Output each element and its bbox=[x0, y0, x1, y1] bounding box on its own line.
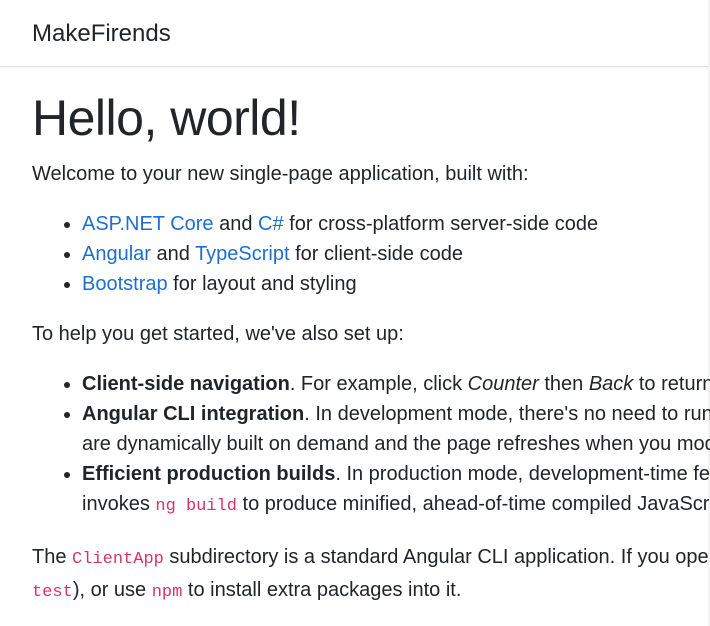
list-item-text: and bbox=[213, 213, 259, 235]
inline-code: ClientApp bbox=[72, 550, 164, 569]
feature-text: . For example, click bbox=[289, 373, 468, 395]
feature-text: to produce minified, ahead-of-time compi… bbox=[237, 493, 710, 515]
list-item: Efficient production builds. In producti… bbox=[82, 459, 710, 522]
list-item: ASP.NET Core and C# for cross-platform s… bbox=[82, 209, 710, 239]
list-item-text: for client-side code bbox=[289, 243, 463, 265]
paragraph-text: The bbox=[32, 546, 73, 568]
list-item-text: for cross-platform server-side code bbox=[283, 213, 599, 235]
list-item: Angular CLI integration. In development … bbox=[82, 399, 710, 459]
features-list: Client-side navigation. For example, cli… bbox=[32, 369, 710, 522]
page-title: Hello, world! bbox=[32, 90, 301, 146]
feature-text: . In development mode, there's no need t… bbox=[304, 403, 710, 425]
list-item-text: and bbox=[150, 243, 196, 265]
inline-code: npm bbox=[151, 583, 183, 602]
inline-code: test bbox=[32, 583, 73, 602]
feature-text: then bbox=[538, 373, 589, 395]
feature-text: invokes bbox=[82, 493, 156, 515]
bootstrap-link[interactable]: Bootstrap bbox=[82, 273, 168, 295]
paragraph-text: ), or use bbox=[72, 579, 152, 601]
feature-text: to return h bbox=[638, 373, 710, 395]
paragraph-text: to install extra packages into it. bbox=[182, 579, 462, 601]
top-navbar: MakeFirends bbox=[0, 0, 710, 67]
list-item-text: for layout and styling bbox=[167, 273, 357, 295]
list-item: Angular and TypeScript for client-side c… bbox=[82, 239, 710, 269]
csharp-link[interactable]: C# bbox=[258, 213, 284, 235]
feature-emphasis: Counter bbox=[467, 373, 539, 395]
feature-title: Angular CLI integration bbox=[82, 403, 305, 425]
setup-intro-text: To help you get started, we've also set … bbox=[32, 323, 404, 345]
main-content: Hello, world! Welcome to your new single… bbox=[32, 82, 710, 608]
list-item: Client-side navigation. For example, cli… bbox=[82, 369, 710, 399]
feature-text: . In production mode, development-time f… bbox=[335, 463, 710, 485]
paragraph-text: subdirectory is a standard Angular CLI a… bbox=[163, 546, 710, 568]
feature-text: are dynamically built on demand and the … bbox=[82, 433, 710, 455]
inline-code: ng build bbox=[155, 497, 237, 516]
clientapp-paragraph: The ClientApp subdirectory is a standard… bbox=[32, 542, 710, 608]
angular-link[interactable]: Angular bbox=[82, 243, 151, 265]
built-with-list: ASP.NET Core and C# for cross-platform s… bbox=[32, 209, 710, 299]
typescript-link[interactable]: TypeScript bbox=[195, 243, 289, 265]
feature-emphasis: Back bbox=[588, 373, 634, 395]
aspnet-core-link[interactable]: ASP.NET Core bbox=[82, 213, 214, 235]
list-item: Bootstrap for layout and styling bbox=[82, 269, 710, 299]
brand-link[interactable]: MakeFirends bbox=[32, 18, 171, 50]
intro-text: Welcome to your new single-page applicat… bbox=[32, 163, 529, 185]
feature-title: Efficient production builds bbox=[82, 463, 336, 485]
feature-title: Client-side navigation bbox=[82, 373, 290, 395]
